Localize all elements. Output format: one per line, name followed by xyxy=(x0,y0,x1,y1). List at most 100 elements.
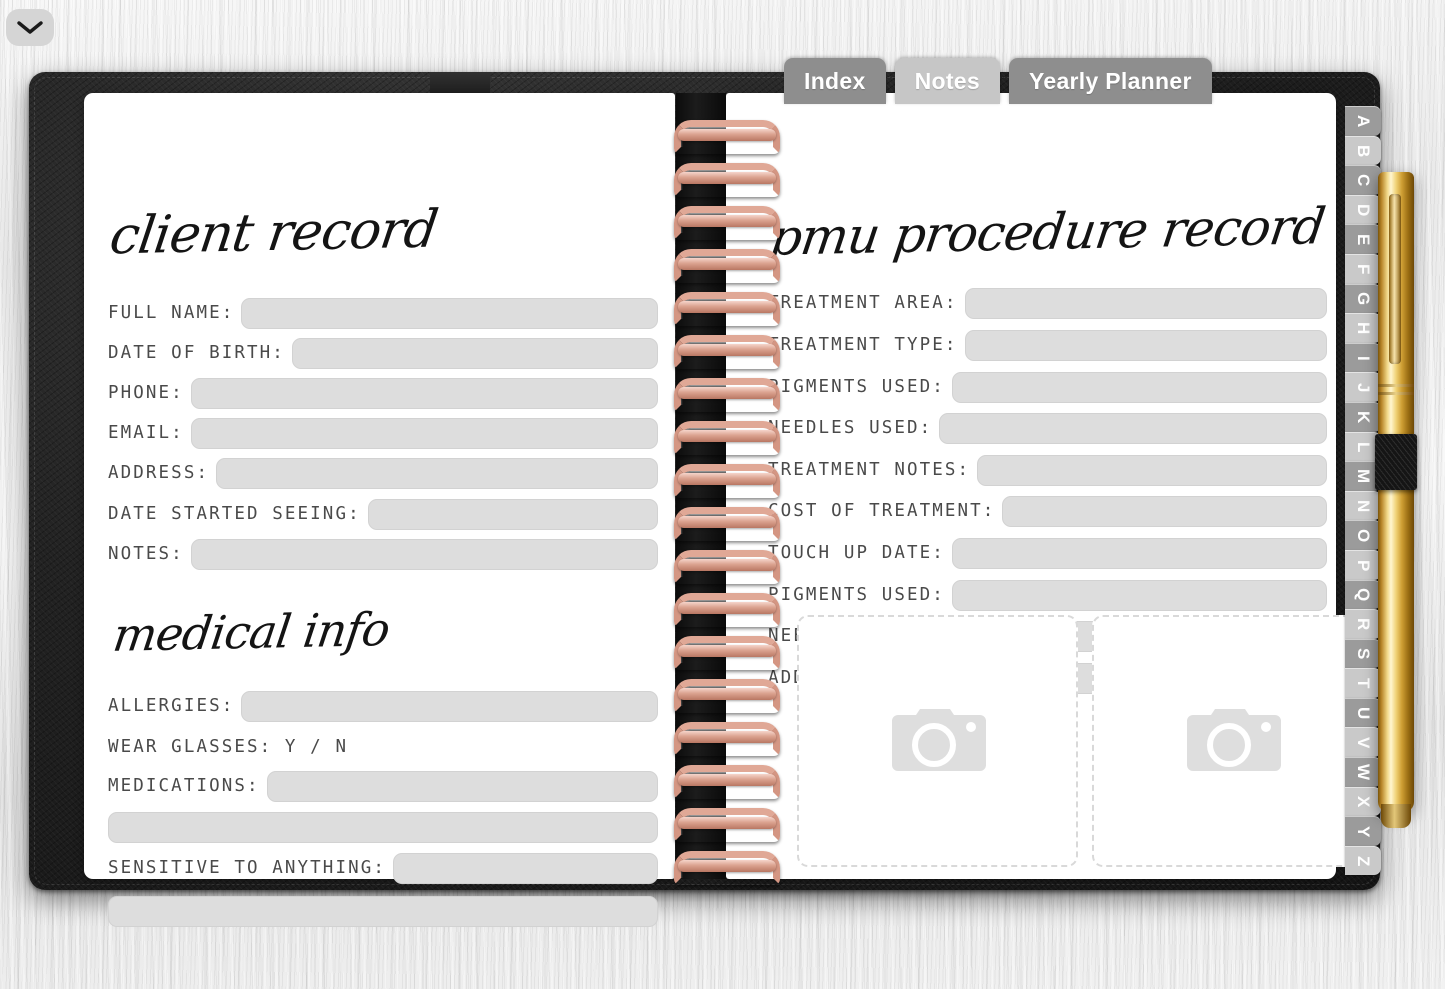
alpha-tab-F[interactable]: F xyxy=(1345,253,1381,284)
section-title-medical-info: medical info xyxy=(109,602,393,662)
field-label: DATE OF BIRTH: xyxy=(108,342,285,363)
top-tab-bar: Index Notes Yearly Planner xyxy=(784,58,1212,104)
field-input[interactable] xyxy=(939,413,1327,444)
field-row: TREATMENT NOTES: xyxy=(768,455,1327,486)
alpha-tab-Z[interactable]: Z xyxy=(1345,845,1381,876)
field-input[interactable] xyxy=(367,499,658,530)
field-input[interactable] xyxy=(964,288,1327,319)
top-tab-index[interactable]: Index xyxy=(784,58,886,104)
alpha-tab-label: F xyxy=(1354,264,1373,275)
field-row: DATE OF BIRTH: xyxy=(108,338,658,369)
field-input[interactable] xyxy=(190,418,658,449)
field-row: TOUCH UP DATE: xyxy=(768,538,1327,569)
collapse-toolbar-button[interactable] xyxy=(6,9,54,46)
field-input[interactable] xyxy=(393,853,658,884)
field-input-continuation[interactable] xyxy=(108,812,658,843)
field-row: ADDRESS: xyxy=(108,458,658,489)
field-row: TREATMENT AREA: xyxy=(768,288,1327,319)
field-row: ALLERGIES: xyxy=(108,691,658,722)
field-input[interactable] xyxy=(951,580,1327,611)
alpha-tab-V[interactable]: V xyxy=(1345,727,1381,758)
field-input[interactable] xyxy=(266,771,658,802)
photo-dropzone-before[interactable] xyxy=(797,615,1078,867)
field-input[interactable] xyxy=(241,298,658,329)
pen-tip xyxy=(1381,804,1411,828)
wear-glasses-row[interactable]: WEAR GLASSES: Y / N xyxy=(108,737,348,757)
field-input-continuation[interactable] xyxy=(108,896,658,927)
alpha-tab-label: A xyxy=(1354,115,1373,128)
alpha-tab-label: I xyxy=(1354,355,1373,361)
field-input[interactable] xyxy=(190,378,658,409)
field-row: NOTES: xyxy=(108,539,658,570)
field-label: EMAIL: xyxy=(108,422,184,443)
gold-pen[interactable] xyxy=(1375,172,1417,828)
alpha-tab-G[interactable]: G xyxy=(1345,283,1381,314)
alpha-tab-label: U xyxy=(1354,707,1373,720)
alpha-tab-C[interactable]: C xyxy=(1345,165,1381,195)
alpha-tab-label: W xyxy=(1354,764,1373,781)
alpha-tab-I[interactable]: I xyxy=(1345,342,1381,373)
alpha-tab-O[interactable]: O xyxy=(1345,520,1381,550)
field-input[interactable] xyxy=(964,330,1327,361)
field-input[interactable] xyxy=(951,538,1327,569)
field-input[interactable] xyxy=(977,455,1327,486)
alpha-tab-K[interactable]: K xyxy=(1345,401,1381,432)
field-label: TREATMENT TYPE: xyxy=(768,334,958,355)
alpha-tab-Y[interactable]: Y xyxy=(1345,816,1381,846)
field-label: NOTES: xyxy=(108,543,184,564)
alpha-tab-label: B xyxy=(1354,144,1373,158)
field-label: ALLERGIES: xyxy=(108,695,235,716)
alpha-tab-U[interactable]: U xyxy=(1345,697,1381,728)
field-label: SENSITIVE TO ANYTHING: xyxy=(108,857,386,878)
alpha-tab-label: D xyxy=(1354,203,1373,217)
page-title-pmu-procedure-record: pmu procedure record xyxy=(766,197,1329,267)
alpha-tab-X[interactable]: X xyxy=(1345,786,1381,817)
alpha-tab-A[interactable]: A xyxy=(1345,106,1381,136)
alpha-tab-E[interactable]: E xyxy=(1345,224,1381,254)
alpha-tab-Q[interactable]: Q xyxy=(1345,579,1381,610)
alpha-tab-label: R xyxy=(1354,618,1373,631)
alpha-tab-label: X xyxy=(1354,796,1373,808)
field-input[interactable] xyxy=(216,458,658,489)
pen-cap-ring-2 xyxy=(1378,392,1414,395)
alpha-tab-P[interactable]: P xyxy=(1345,549,1381,580)
field-row: DATE STARTED SEEING: xyxy=(108,499,658,530)
alpha-tab-R[interactable]: R xyxy=(1345,609,1381,639)
alpha-tab-N[interactable]: N xyxy=(1345,490,1381,521)
field-row: NEEDLES USED: xyxy=(768,413,1327,444)
alpha-tab-label: J xyxy=(1354,382,1373,393)
right-page-content: pmu procedure record TREATMENT AREA: TREA… xyxy=(766,93,1373,879)
field-label: TOUCH UP DATE: xyxy=(768,542,945,563)
field-row: SENSITIVE TO ANYTHING: xyxy=(108,853,658,884)
field-label: FULL NAME: xyxy=(108,302,235,323)
field-row: EMAIL: xyxy=(108,418,658,449)
alpha-tab-label: C xyxy=(1354,174,1373,187)
photo-dropzone-after[interactable] xyxy=(1092,615,1373,867)
field-label: DATE STARTED SEEING: xyxy=(108,503,361,524)
field-row: PIGMENTS USED: xyxy=(768,372,1327,403)
field-input[interactable] xyxy=(190,539,658,570)
top-tab-yearly-planner[interactable]: Yearly Planner xyxy=(1008,58,1212,104)
alpha-tab-label: Y xyxy=(1354,825,1373,838)
field-input[interactable] xyxy=(1002,496,1327,527)
field-input[interactable] xyxy=(241,691,658,722)
field-label: PIGMENTS USED: xyxy=(768,584,945,605)
alpha-tab-W[interactable]: W xyxy=(1345,757,1381,787)
alpha-tab-H[interactable]: H xyxy=(1345,313,1381,343)
alpha-tab-J[interactable]: J xyxy=(1345,372,1381,402)
field-row: TREATMENT TYPE: xyxy=(768,330,1327,361)
alpha-tab-S[interactable]: S xyxy=(1345,638,1381,669)
field-input[interactable] xyxy=(951,372,1327,403)
alpha-tab-label: T xyxy=(1354,678,1373,689)
top-tab-label: Yearly Planner xyxy=(1028,67,1192,94)
field-row: FULL NAME: xyxy=(108,298,658,329)
field-row: COST OF TREATMENT: xyxy=(768,496,1327,527)
alpha-tab-T[interactable]: T xyxy=(1345,668,1381,698)
pen-grip xyxy=(1375,434,1417,490)
field-input[interactable] xyxy=(291,338,658,369)
alpha-tab-B[interactable]: B xyxy=(1345,135,1381,166)
alpha-tab-label: Q xyxy=(1354,588,1373,602)
field-label: ADDRESS: xyxy=(108,462,210,483)
top-tab-notes[interactable]: Notes xyxy=(894,58,1000,104)
alpha-tab-D[interactable]: D xyxy=(1345,194,1381,225)
